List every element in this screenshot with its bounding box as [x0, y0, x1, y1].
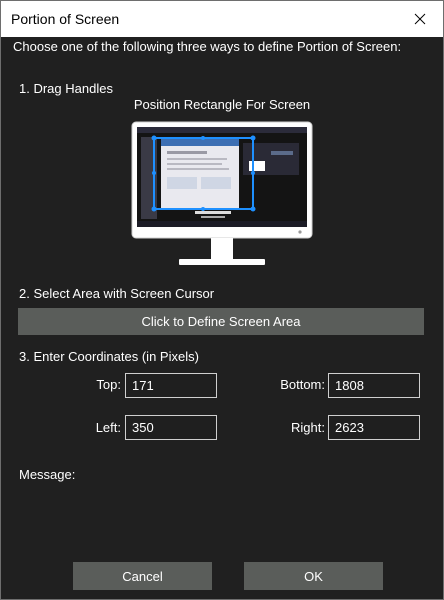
drag-handle: [151, 206, 157, 212]
left-label: Left:: [95, 420, 121, 435]
section-drag-handles-heading: 1. Drag Handles: [19, 81, 113, 96]
message-label: Message:: [19, 467, 76, 482]
top-label: Top:: [96, 377, 121, 392]
bottom-label: Bottom:: [280, 377, 325, 392]
right-label: Right:: [291, 420, 325, 435]
portion-of-screen-dialog: Portion of Screen Choose one of the foll…: [0, 0, 444, 600]
window-title: Portion of Screen: [11, 11, 120, 27]
right-field[interactable]: 2623: [328, 415, 420, 440]
drag-handle: [251, 171, 255, 175]
position-rectangle-caption: Position Rectangle For Screen: [133, 97, 311, 112]
drag-handle: [152, 171, 156, 175]
intro-text: Choose one of the following three ways t…: [13, 39, 402, 54]
ok-button[interactable]: OK: [244, 562, 383, 590]
drag-handle: [250, 135, 256, 141]
top-field[interactable]: 171: [125, 373, 217, 398]
close-icon: [414, 13, 426, 25]
define-screen-area-button[interactable]: Click to Define Screen Area: [18, 308, 424, 335]
drag-handle: [151, 135, 157, 141]
drag-handle: [201, 207, 205, 211]
title-bar: Portion of Screen: [1, 1, 443, 37]
left-field[interactable]: 350: [125, 415, 217, 440]
monitor-icon: [131, 121, 313, 265]
drag-handle: [250, 206, 256, 212]
cancel-button[interactable]: Cancel: [73, 562, 212, 590]
bottom-field[interactable]: 1808: [328, 373, 420, 398]
section-select-area-heading: 2. Select Area with Screen Cursor: [19, 286, 215, 301]
drag-handle: [201, 136, 205, 140]
close-button[interactable]: [397, 1, 443, 37]
section-coordinates-heading: 3. Enter Coordinates (in Pixels): [19, 349, 199, 364]
